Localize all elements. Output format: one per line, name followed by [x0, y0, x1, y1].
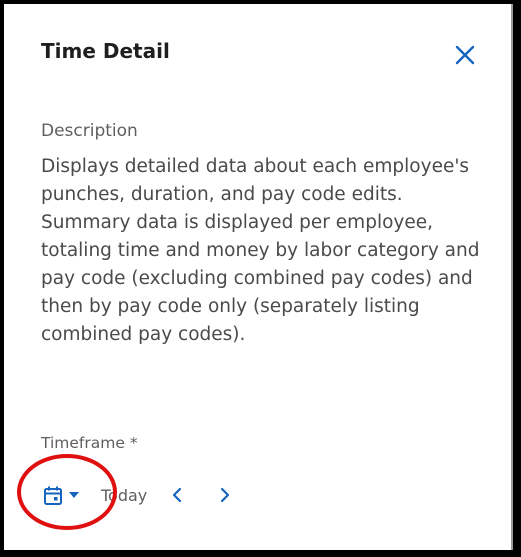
timeframe-value[interactable]: Today	[101, 486, 147, 505]
previous-period-button[interactable]	[165, 481, 189, 509]
calendar-icon	[44, 486, 62, 505]
time-detail-panel: Time Detail Description Displays detaile…	[4, 4, 513, 550]
chevron-left-icon	[173, 487, 182, 503]
timeframe-label: Timeframe *	[41, 434, 138, 452]
close-icon	[455, 45, 475, 65]
next-period-button[interactable]	[213, 481, 237, 509]
chevron-right-icon	[221, 487, 230, 503]
caret-down-icon	[69, 492, 79, 498]
timeframe-selector: Today	[41, 477, 237, 513]
description-text: Displays detailed data about each employ…	[41, 156, 480, 345]
close-button[interactable]	[450, 40, 480, 70]
description-label: Description	[41, 121, 138, 141]
panel-title: Time Detail	[41, 39, 170, 63]
timeframe-calendar-button[interactable]	[41, 483, 81, 508]
